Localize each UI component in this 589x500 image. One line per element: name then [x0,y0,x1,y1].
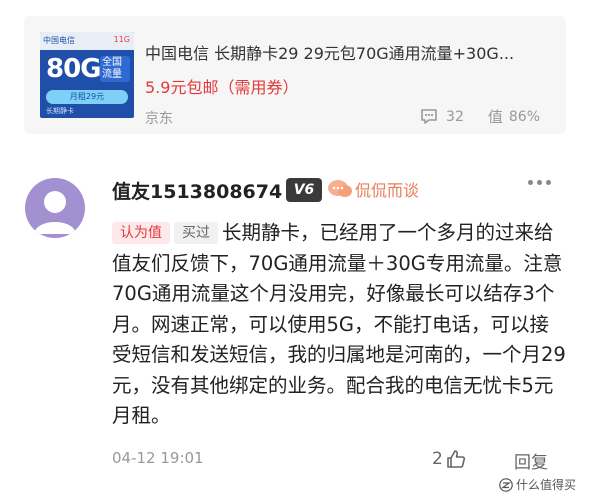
comment-time: 04-12 19:01 [112,449,204,467]
more-options-button[interactable] [528,180,551,185]
avatar[interactable] [25,178,85,238]
comment-bubble-icon [421,109,437,124]
comment-text: 长期静卡，已经用了一个多月的过来给值友们反馈下，70G通用流量＋30G专用流量。… [112,221,566,427]
thumbnail-tag: 11G [113,35,130,44]
worth-rate-stat: 值 86% [488,106,540,127]
zhi-logo-icon [499,477,513,492]
thumbnail-label: 全国流量 [100,56,130,82]
product-stats: 32 值 86% [396,106,540,127]
more-dot-icon [528,180,533,185]
tag-worth: 认为值 [112,222,170,244]
thumbnail-band: 月租29元 [46,90,128,104]
watermark: 什么值得买 [499,476,576,493]
worth-icon: 值 [487,108,503,126]
more-dot-icon [537,180,542,185]
default-avatar-icon [34,191,76,234]
product-thumbnail[interactable]: 中国电信 11G 80G 全国流量 月租29元 长期静卡 [40,32,134,118]
username[interactable]: 值友1513808674 [112,177,282,204]
medal: 侃侃而谈 [327,177,419,201]
comment-body: 认为值 买过 长期静卡，已经用了一个多月的过来给值友们反馈下，70G通用流量＋30G… [112,218,568,432]
product-source: 京东 [145,111,173,127]
comment-count-stat[interactable]: 32 [420,108,464,125]
worth-rate: 86% [508,108,540,125]
thumbs-up-icon [447,450,465,468]
watermark-text: 什么值得买 [516,478,577,492]
product-card[interactable]: 中国电信 11G 80G 全国流量 月租29元 长期静卡 中国电信 长期静卡29… [24,16,566,134]
reply-button[interactable]: 回复 [514,448,548,473]
tag-bought: 买过 [174,222,218,244]
level-badge: V6 [286,178,322,202]
product-price: 5.9元包邮（需用券） [145,78,299,97]
thumbnail-sub-text: 长期静卡 [46,107,74,115]
thumbnail-brand: 中国电信 [43,36,75,45]
product-title[interactable]: 中国电信 长期静卡29 29元包70G通用流量+30G... [145,40,550,64]
medal-label: 侃侃而谈 [355,181,420,200]
medal-icon [328,180,352,197]
more-dot-icon [546,180,551,185]
like-count: 2 [432,449,443,469]
comment-count: 32 [446,108,464,125]
like-button[interactable]: 2 [432,448,467,470]
thumbnail-big-text: 80G [46,54,102,84]
